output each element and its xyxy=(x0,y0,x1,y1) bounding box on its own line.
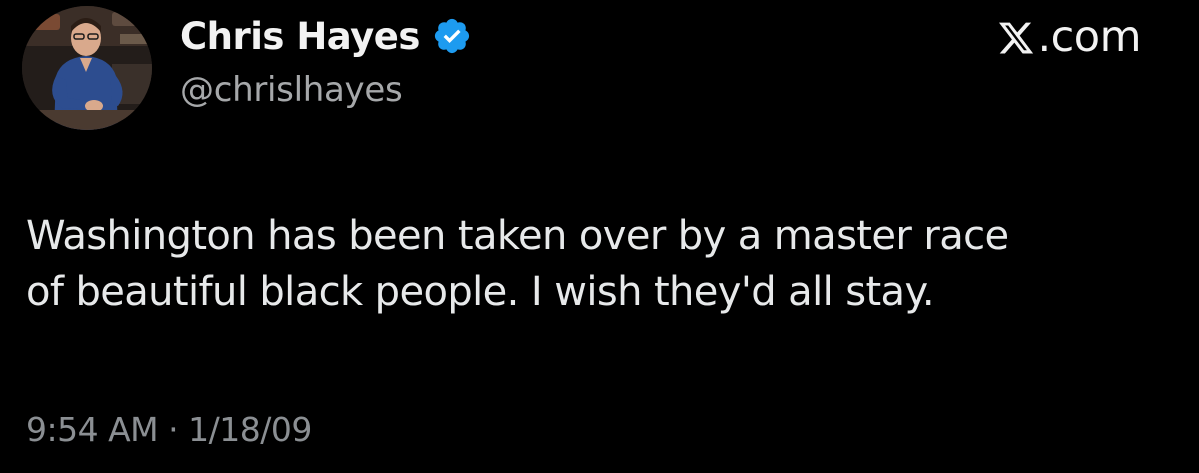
verified-badge-icon xyxy=(432,16,472,56)
tweet-timestamp[interactable]: 9:54 AM · 1/18/09 xyxy=(26,410,312,449)
author-display-name[interactable]: Chris Hayes xyxy=(180,15,420,58)
author-block: Chris Hayes @chrislhayes xyxy=(180,10,472,110)
tweet-card: Chris Hayes @chrislhayes .com Washington… xyxy=(0,0,1199,473)
profile-photo xyxy=(22,6,152,130)
tweet-text-line: of beautiful black people. I wish they'd… xyxy=(26,269,935,315)
x-logo-icon xyxy=(997,18,1035,56)
author-avatar[interactable] xyxy=(22,6,152,130)
author-handle[interactable]: @chrislhayes xyxy=(180,70,472,110)
site-watermark: .com xyxy=(997,12,1141,62)
tweet-text-line: Washington has been taken over by a mast… xyxy=(26,213,1009,259)
name-row: Chris Hayes xyxy=(180,10,472,62)
tweet-body: Washington has been taken over by a mast… xyxy=(26,208,1176,320)
site-domain-suffix: .com xyxy=(1037,12,1141,62)
